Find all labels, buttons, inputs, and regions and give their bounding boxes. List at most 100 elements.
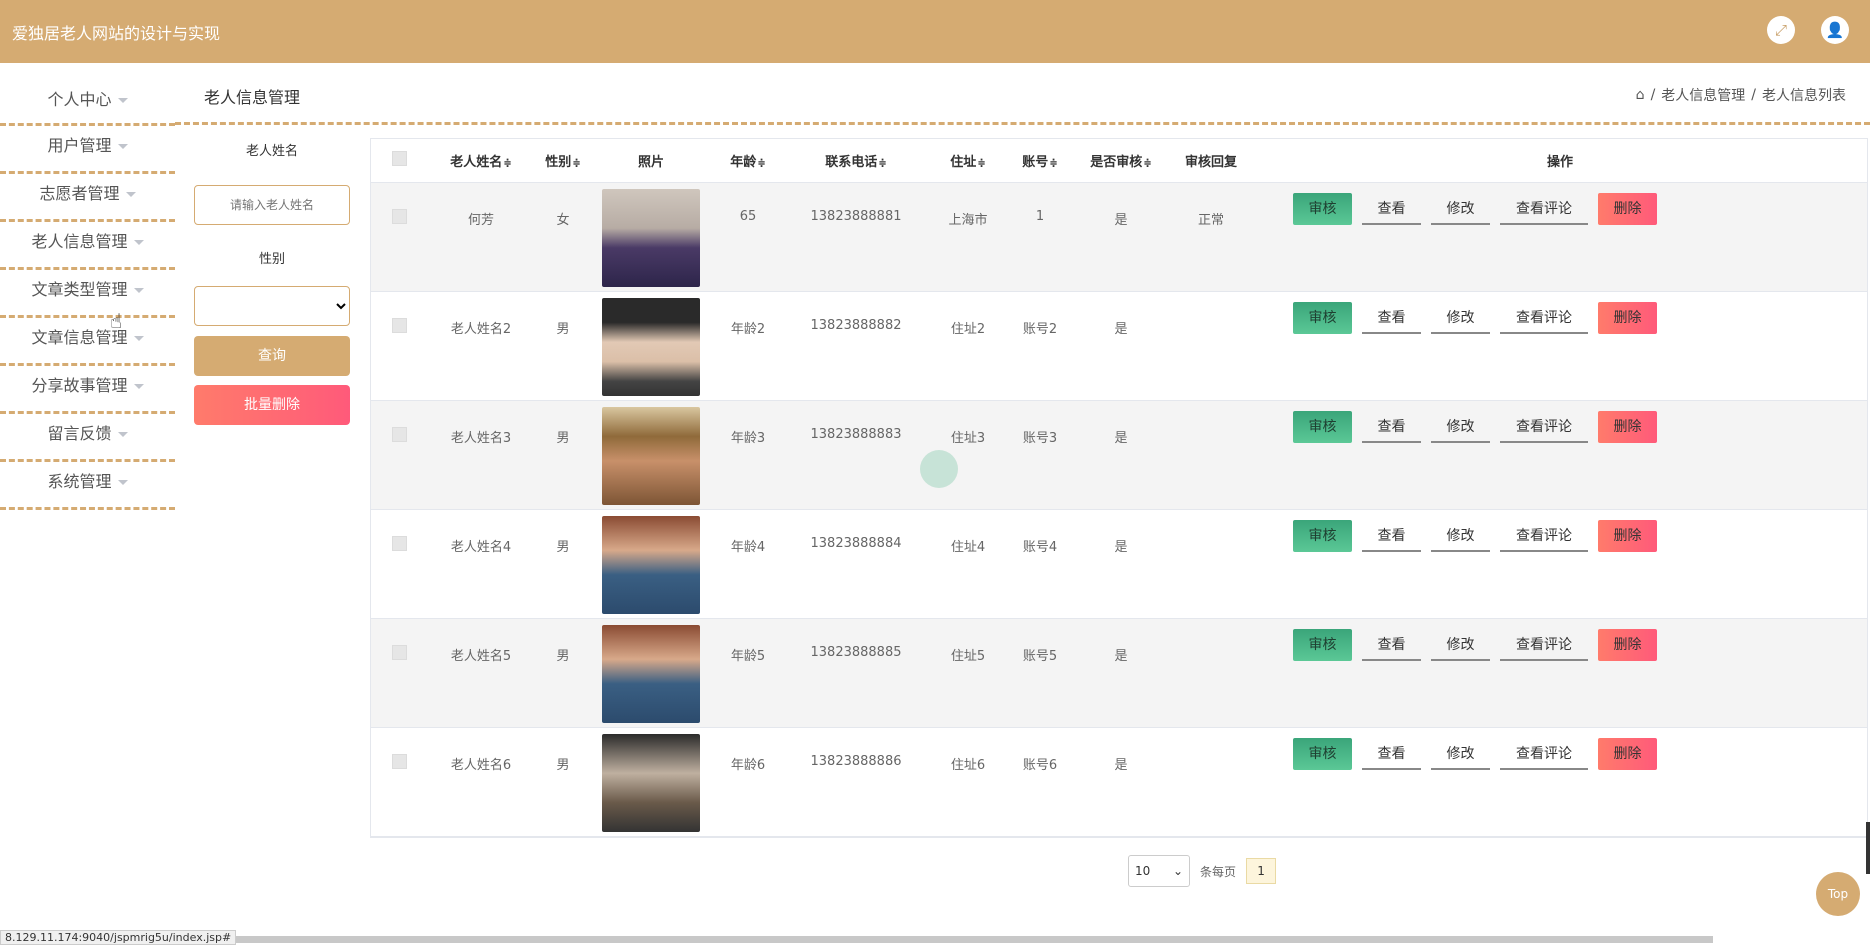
table-row: 老人姓名2 男 年龄2 13823888882 住址2 账号2 是 审核 查看 修改 查看评论 删除: [371, 292, 1867, 401]
cell-account: 账号2: [1022, 322, 1058, 337]
view-comments-button[interactable]: 查看评论: [1500, 302, 1588, 334]
view-button[interactable]: 查看: [1362, 193, 1421, 225]
name-label: 老人姓名: [245, 144, 298, 159]
caret-down-icon: [117, 98, 128, 103]
sidebar-item[interactable]: 老人信息管理: [0, 222, 175, 270]
view-button[interactable]: 查看: [1362, 738, 1421, 770]
view-button[interactable]: 查看: [1362, 629, 1421, 661]
row-checkbox[interactable]: [391, 209, 407, 224]
audit-button[interactable]: 审核: [1293, 629, 1352, 661]
sidebar-item[interactable]: 系统管理: [0, 462, 175, 510]
sidebar-item[interactable]: 用户管理: [0, 126, 175, 174]
cell-address: 住址5: [950, 649, 986, 664]
edit-button[interactable]: 修改: [1431, 302, 1490, 334]
sidebar-item-label: 留言反馈: [47, 424, 112, 443]
cell-name: 何芳: [467, 213, 494, 228]
col-account[interactable]: 账号≑: [1009, 151, 1071, 170]
delete-button[interactable]: 删除: [1598, 738, 1657, 770]
elder-photo: [602, 734, 700, 832]
delete-button[interactable]: 删除: [1598, 520, 1657, 552]
sidebar-item[interactable]: 个人中心: [0, 80, 175, 126]
audit-button[interactable]: 审核: [1293, 193, 1352, 225]
caret-down-icon: [125, 192, 136, 197]
cell-name: 老人姓名4: [450, 540, 512, 555]
sidebar-item[interactable]: 分享故事管理: [0, 366, 175, 414]
batch-delete-button[interactable]: 批量删除: [194, 385, 350, 425]
home-icon[interactable]: ⌂: [1636, 87, 1645, 103]
col-phone[interactable]: 联系电话≑: [785, 151, 927, 170]
user-avatar-icon[interactable]: 👤: [1821, 16, 1849, 44]
gender-select[interactable]: [194, 286, 350, 326]
back-to-top-button[interactable]: Top: [1816, 872, 1860, 916]
page-number-current[interactable]: 1: [1246, 858, 1277, 884]
caret-down-icon: [133, 240, 144, 245]
row-actions: 审核 查看 修改 查看评论 删除: [1251, 401, 1869, 509]
delete-button[interactable]: 删除: [1598, 302, 1657, 334]
sidebar-item[interactable]: 文章类型管理: [0, 270, 175, 318]
title-divider: [175, 122, 1870, 125]
col-name[interactable]: 老人姓名≑: [427, 151, 535, 170]
cell-audited: 是: [1114, 431, 1128, 446]
cell-address: 住址4: [950, 540, 986, 555]
audit-button[interactable]: 审核: [1293, 738, 1352, 770]
edit-button[interactable]: 修改: [1431, 411, 1490, 443]
col-address[interactable]: 住址≑: [927, 151, 1009, 170]
view-comments-button[interactable]: 查看评论: [1500, 411, 1588, 443]
view-button[interactable]: 查看: [1362, 520, 1421, 552]
sidebar-item-label: 分享故事管理: [31, 376, 128, 395]
top-header-bar: 爱独居老人网站的设计与实现 ⤢ 👤: [0, 0, 1870, 63]
view-button[interactable]: 查看: [1362, 302, 1421, 334]
row-checkbox[interactable]: [391, 536, 407, 551]
cell-name: 老人姓名3: [450, 431, 512, 446]
view-comments-button[interactable]: 查看评论: [1500, 193, 1588, 225]
audit-button[interactable]: 审核: [1293, 520, 1352, 552]
name-search-input[interactable]: [194, 185, 350, 225]
delete-button[interactable]: 删除: [1598, 411, 1657, 443]
col-age[interactable]: 年龄≑: [711, 151, 785, 170]
col-photo: 照片: [637, 155, 664, 170]
view-comments-button[interactable]: 查看评论: [1500, 520, 1588, 552]
elderly-info-table: 老人姓名≑ 性别≑ 照片 年龄≑ 联系电话≑ 住址≑ 账号≑ 是否审核≑ 审核回…: [370, 138, 1868, 838]
view-comments-button[interactable]: 查看评论: [1500, 738, 1588, 770]
view-button[interactable]: 查看: [1362, 411, 1421, 443]
row-checkbox[interactable]: [391, 754, 407, 769]
sort-icon: ≑: [572, 158, 581, 169]
sidebar-item[interactable]: 志愿者管理: [0, 174, 175, 222]
sort-icon: ≑: [977, 158, 986, 169]
cell-age: 65: [739, 209, 757, 224]
page-size-select[interactable]: 10 ⌄: [1128, 855, 1190, 887]
audit-button[interactable]: 审核: [1293, 302, 1352, 334]
row-checkbox[interactable]: [391, 427, 407, 442]
cell-phone: 13823888886: [810, 754, 902, 769]
vertical-scrollbar[interactable]: [1866, 822, 1870, 874]
row-checkbox[interactable]: [391, 318, 407, 333]
edit-button[interactable]: 修改: [1431, 520, 1490, 552]
edit-button[interactable]: 修改: [1431, 193, 1490, 225]
view-comments-button[interactable]: 查看评论: [1500, 629, 1588, 661]
sidebar-item[interactable]: 文章信息管理: [0, 318, 175, 366]
row-checkbox[interactable]: [391, 645, 407, 660]
select-all-checkbox[interactable]: [391, 151, 407, 166]
audit-button[interactable]: 审核: [1293, 411, 1352, 443]
elder-photo: [602, 189, 700, 287]
cell-account: 账号4: [1022, 540, 1058, 555]
gender-label: 性别: [258, 252, 285, 267]
breadcrumb-level1[interactable]: 老人信息管理: [1661, 85, 1745, 105]
cell-name: 老人姓名5: [450, 649, 512, 664]
horizontal-scrollbar[interactable]: [175, 936, 1713, 943]
col-gender[interactable]: 性别≑: [535, 151, 591, 170]
edit-button[interactable]: 修改: [1431, 738, 1490, 770]
table-header-row: 老人姓名≑ 性别≑ 照片 年龄≑ 联系电话≑ 住址≑ 账号≑ 是否审核≑ 审核回…: [371, 139, 1867, 183]
col-reply: 审核回复: [1184, 155, 1237, 170]
fullscreen-icon[interactable]: ⤢: [1767, 16, 1795, 44]
edit-button[interactable]: 修改: [1431, 629, 1490, 661]
col-audited[interactable]: 是否审核≑: [1071, 151, 1171, 170]
sidebar-item[interactable]: 留言反馈: [0, 414, 175, 462]
sort-icon: ≑: [503, 158, 512, 169]
per-page-label: 条每页: [1200, 864, 1237, 879]
sidebar-item-label: 个人中心: [47, 90, 112, 109]
query-button[interactable]: 查询: [194, 336, 350, 376]
delete-button[interactable]: 删除: [1598, 629, 1657, 661]
cell-gender: 女: [556, 213, 570, 228]
delete-button[interactable]: 删除: [1598, 193, 1657, 225]
